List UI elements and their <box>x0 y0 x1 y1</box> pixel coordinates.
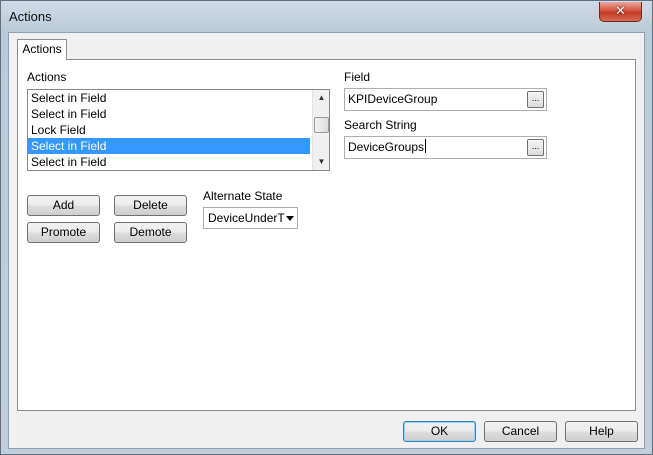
list-item[interactable]: Select in Field <box>28 154 310 170</box>
search-string-browse-button[interactable]: ... <box>527 139 544 156</box>
list-item[interactable]: Select in Field <box>28 106 310 122</box>
actions-tab-panel: Actions Select in Field Select in Field Lo… <box>17 59 636 411</box>
close-icon: ✕ <box>615 3 626 18</box>
ok-button[interactable]: OK <box>403 421 476 442</box>
text-cursor <box>425 139 427 153</box>
search-string-input[interactable]: DeviceGroups ... <box>344 136 547 159</box>
actions-listbox[interactable]: Select in Field Select in Field Lock Field… <box>27 89 330 171</box>
scroll-up-arrow-icon[interactable]: ▲ <box>313 90 329 106</box>
field-browse-button[interactable]: ... <box>527 91 544 108</box>
help-button[interactable]: Help <box>565 421 638 442</box>
alternate-state-value: DeviceUnderT <box>208 211 285 225</box>
list-item[interactable]: Select in Field <box>28 138 310 154</box>
field-input[interactable]: KPIDeviceGroup ... <box>344 88 547 111</box>
title-bar[interactable]: Actions ✕ <box>1 1 652 33</box>
close-button[interactable]: ✕ <box>599 2 642 22</box>
scroll-down-arrow-icon[interactable]: ▼ <box>313 154 329 170</box>
list-item[interactable]: Select in Field <box>28 90 310 106</box>
window-title: Actions <box>9 9 52 24</box>
actions-list-label: Actions <box>27 70 67 84</box>
actions-dialog: Actions ✕ Actions Actions Select in Fiel… <box>0 0 653 455</box>
demote-button[interactable]: Demote <box>114 222 187 243</box>
field-input-value: KPIDeviceGroup <box>348 92 438 106</box>
search-string-label: Search String <box>344 118 417 132</box>
add-button[interactable]: Add <box>27 195 100 216</box>
list-item[interactable]: Lock Field <box>28 122 310 138</box>
alternate-state-select[interactable]: DeviceUnderT <box>203 207 298 229</box>
search-string-value: DeviceGroups <box>348 140 425 154</box>
field-label: Field <box>344 70 371 84</box>
delete-button[interactable]: Delete <box>114 195 187 216</box>
scroll-thumb[interactable] <box>314 117 329 133</box>
actions-list-items: Select in Field Select in Field Lock Field… <box>28 90 329 170</box>
dialog-body: Actions Actions Select in Field Select in… <box>8 32 645 449</box>
alternate-state-label: Alternate State <box>203 189 283 203</box>
promote-button[interactable]: Promote <box>27 222 100 243</box>
actions-list-scrollbar[interactable]: ▲ ▼ <box>312 90 329 170</box>
dropdown-arrow-icon <box>286 216 294 221</box>
tab-actions[interactable]: Actions <box>17 39 67 60</box>
cancel-button[interactable]: Cancel <box>484 421 557 442</box>
